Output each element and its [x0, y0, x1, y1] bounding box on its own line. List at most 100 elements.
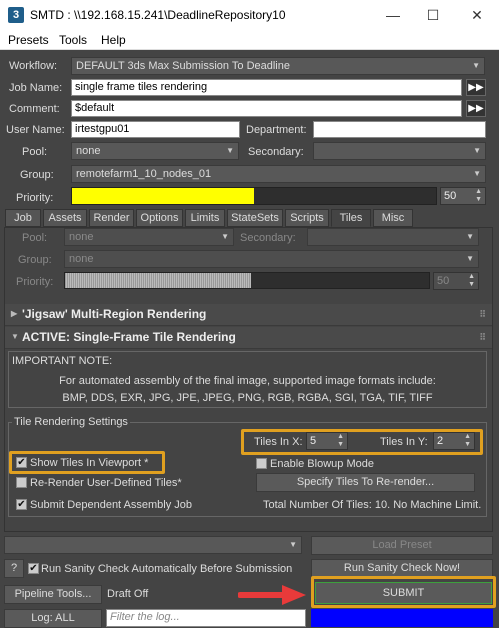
department-label: Department: [246, 124, 307, 136]
pipeline-tools-button[interactable]: Pipeline Tools... [4, 585, 102, 604]
important-note-line2: BMP, DDS, EXR, JPG, JPE, JPEG, PNG, RGB,… [62, 392, 433, 404]
pool-select[interactable]: none ▼ [71, 142, 239, 160]
chevron-down-icon: ▼ [466, 254, 474, 263]
collapsed-arrow-icon: ▶ [11, 309, 18, 318]
priority-slider[interactable] [71, 187, 437, 205]
important-note-line1: For automated assembly of the final imag… [59, 375, 436, 387]
preset-select[interactable]: ▼ [4, 536, 302, 554]
spinner-arrows-icon: ▲ ▼ [464, 433, 471, 448]
submit-dependent-checkbox[interactable]: ✔ [16, 499, 27, 510]
app-icon: 3 [8, 7, 24, 23]
sanity-checkbox[interactable]: ✔ [28, 563, 39, 574]
tab-secondary-label: Secondary: [240, 232, 296, 244]
user-name-input[interactable]: irtestgpu01 [71, 121, 240, 138]
blowup-checkbox[interactable] [256, 458, 267, 469]
chevron-down-icon: ▼ [289, 540, 297, 549]
pool-value: none [76, 145, 101, 157]
user-name-label: User Name: [6, 124, 65, 136]
comment-label: Comment: [9, 103, 60, 115]
secondary-label: Secondary: [248, 146, 304, 158]
priority-value: 50 [444, 190, 457, 202]
comment-input[interactable]: $default [71, 100, 462, 117]
tiles-x-spinner[interactable]: 5 ▲ ▼ [306, 432, 348, 450]
tab-assets[interactable]: Assets [43, 209, 87, 227]
submit-dependent-label: Submit Dependent Assembly Job [30, 499, 193, 511]
tile-rendering-rollout-title: ACTIVE: Single-Frame Tile Rendering [22, 330, 236, 344]
priority-fill [72, 188, 254, 204]
tab-priority-value: 50 [437, 275, 450, 287]
menu-tools[interactable]: Tools [59, 33, 87, 47]
tiles-y-label: Tiles In Y: [380, 436, 428, 448]
spinner-arrows-icon: ▲ ▼ [468, 273, 475, 288]
load-preset-button[interactable]: Load Preset [311, 536, 493, 555]
minimize-button[interactable]: — [378, 5, 408, 25]
comment-more-button[interactable]: ▶▶ [466, 100, 486, 117]
drag-handle-icon[interactable]: ⠿ [479, 327, 486, 347]
tab-statesets[interactable]: StateSets [227, 209, 283, 227]
pool-label: Pool: [22, 146, 48, 158]
tab-priority-fill [65, 273, 251, 288]
draft-status: Draft Off [107, 588, 149, 600]
tab-tiles[interactable]: Tiles [331, 209, 371, 227]
department-input[interactable] [313, 121, 486, 138]
jigsaw-rollout-header[interactable]: ▶ 'Jigsaw' Multi-Region Rendering ⠿ [5, 304, 492, 326]
submit-button[interactable]: SUBMIT [315, 582, 492, 604]
chevron-down-icon: ▼ [473, 169, 481, 178]
tiles-x-value: 5 [310, 435, 317, 447]
menu-presets[interactable]: Presets [8, 33, 49, 47]
log-filter-input[interactable]: Filter the log... [106, 609, 306, 627]
expanded-arrow-icon: ▼ [11, 332, 19, 341]
rerender-checkbox[interactable] [16, 477, 27, 488]
chevron-down-icon: ▼ [221, 232, 229, 241]
sanity-label: Run Sanity Check Automatically Before Su… [41, 563, 293, 575]
tiles-x-label: Tiles In X: [254, 436, 303, 448]
tab-group-label: Group: [18, 254, 52, 266]
tab-group-value: none [69, 253, 94, 265]
tab-scripts[interactable]: Scripts [285, 209, 329, 227]
help-button[interactable]: ? [4, 559, 24, 578]
chevron-down-icon: ▼ [466, 232, 474, 241]
jigsaw-rollout-title: 'Jigsaw' Multi-Region Rendering [22, 307, 207, 321]
tab-job[interactable]: Job [5, 209, 41, 227]
tab-limits[interactable]: Limits [185, 209, 225, 227]
tile-rendering-rollout-header[interactable]: ▼ ACTIVE: Single-Frame Tile Rendering ⠿ [5, 327, 492, 349]
job-name-input[interactable]: single frame tiles rendering [71, 79, 462, 96]
workflow-select[interactable]: DEFAULT 3ds Max Submission To Deadline ▼ [71, 57, 485, 75]
tab-misc[interactable]: Misc [373, 209, 413, 227]
tab-pool-select: none ▼ [64, 228, 234, 246]
tab-options[interactable]: Options [136, 209, 183, 227]
show-tiles-label: Show Tiles In Viewport * [30, 457, 149, 469]
drag-handle-icon[interactable]: ⠿ [479, 304, 486, 324]
group-select[interactable]: remotefarm1_10_nodes_01 ▼ [71, 165, 486, 183]
tab-priority-spinner: 50 ▲ ▼ [433, 272, 479, 290]
total-tiles-text: Total Number Of Tiles: 10. No Machine Li… [263, 499, 482, 511]
group-value: remotefarm1_10_nodes_01 [76, 168, 212, 180]
rerender-label: Re-Render User-Defined Tiles* [30, 477, 182, 489]
workflow-value: DEFAULT 3ds Max Submission To Deadline [76, 60, 290, 72]
job-name-more-button[interactable]: ▶▶ [466, 79, 486, 96]
job-name-label: Job Name: [9, 82, 63, 94]
priority-spinner[interactable]: 50 ▲ ▼ [440, 187, 486, 205]
secondary-select[interactable]: ▼ [313, 142, 486, 160]
tab-render[interactable]: Render [89, 209, 134, 227]
specify-tiles-button[interactable]: Specify Tiles To Re-render... [256, 473, 475, 492]
priority-label: Priority: [16, 192, 54, 204]
group-label: Group: [20, 169, 54, 181]
maximize-button[interactable]: ☐ [418, 5, 448, 25]
show-tiles-checkbox[interactable]: ✔ [16, 457, 27, 468]
menu-help[interactable]: Help [101, 33, 126, 47]
progress-bar [311, 609, 493, 627]
tab-pool-label: Pool: [22, 232, 48, 244]
tab-pool-value: none [69, 231, 94, 243]
tiles-y-spinner[interactable]: 2 ▲ ▼ [433, 432, 475, 450]
log-filter-button[interactable]: Log: ALL [4, 609, 102, 628]
workflow-label: Workflow: [9, 60, 58, 72]
blowup-label: Enable Blowup Mode [270, 458, 374, 470]
chevron-down-icon: ▼ [226, 146, 234, 155]
spinner-arrows-icon: ▲ ▼ [475, 188, 482, 203]
window-title: SMTD : \\192.168.15.241\DeadlineReposito… [30, 8, 286, 22]
tile-settings-heading: Tile Rendering Settings [12, 416, 130, 428]
close-button[interactable]: ✕ [462, 5, 492, 25]
important-note-heading: IMPORTANT NOTE: [12, 355, 113, 367]
chevron-down-icon: ▼ [473, 146, 481, 155]
